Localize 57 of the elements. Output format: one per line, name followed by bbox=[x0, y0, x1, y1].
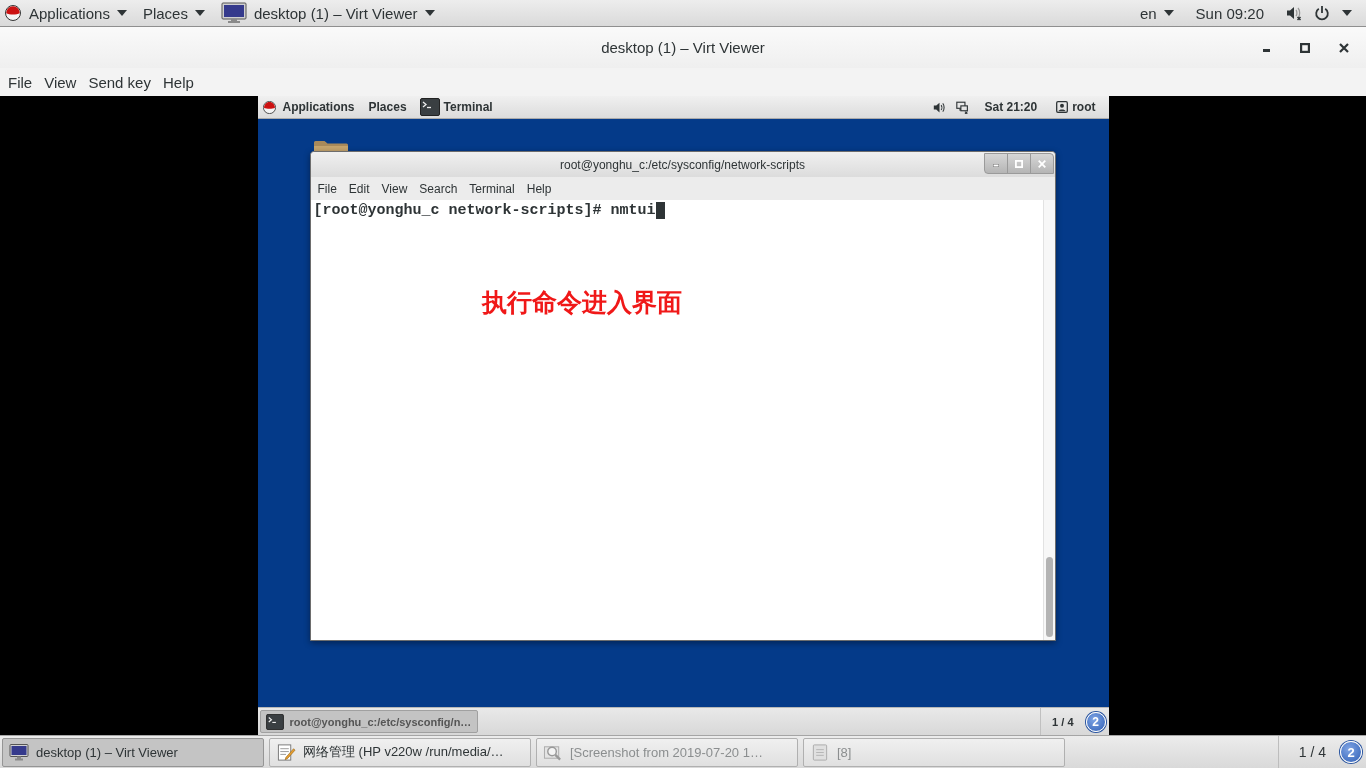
terminal-icon bbox=[419, 98, 440, 116]
menu-item[interactable]: Help bbox=[156, 70, 200, 94]
workspace-indicator[interactable]: 1 / 4 bbox=[1050, 715, 1076, 728]
annotation-text: 执行命令进入界面 bbox=[481, 287, 682, 319]
document-icon bbox=[810, 742, 830, 762]
hat-logo-icon[interactable] bbox=[5, 5, 21, 21]
maximize-icon bbox=[1014, 159, 1023, 168]
top-bar-menu[interactable]: Applications bbox=[21, 0, 135, 26]
close-icon[interactable] bbox=[1339, 42, 1349, 53]
menu-item[interactable]: Help bbox=[520, 178, 558, 199]
notepad-icon bbox=[276, 742, 296, 762]
keyboard-layout-menu[interactable]: en bbox=[1131, 0, 1182, 26]
network-icon[interactable] bbox=[956, 100, 970, 114]
top-bar-menu[interactable]: Places bbox=[134, 0, 213, 26]
clock[interactable]: Sun 09:20 bbox=[1181, 0, 1278, 26]
menu-item[interactable]: View bbox=[38, 70, 83, 94]
menu-item[interactable]: View bbox=[375, 178, 414, 199]
scrollbar[interactable] bbox=[1042, 200, 1055, 640]
caret-icon bbox=[194, 10, 205, 16]
close-icon bbox=[1037, 159, 1046, 168]
volume-icon[interactable] bbox=[933, 100, 947, 114]
hat-logo-icon[interactable] bbox=[262, 100, 276, 114]
taskbar-button[interactable]: desktop (1) – Virt Viewer bbox=[2, 737, 264, 767]
power-icon bbox=[1314, 5, 1330, 21]
user-icon bbox=[1056, 101, 1069, 113]
cursor-icon bbox=[655, 202, 665, 219]
scrollbar-thumb[interactable] bbox=[1045, 557, 1053, 637]
menu-item[interactable]: Search bbox=[413, 178, 464, 199]
maximize-icon[interactable] bbox=[1300, 42, 1310, 53]
menu-item[interactable]: Terminal bbox=[463, 178, 521, 199]
clock[interactable]: Sat 21:20 bbox=[972, 96, 1050, 118]
caret-icon bbox=[1163, 10, 1174, 16]
top-bar-menu[interactable]: Applications bbox=[275, 96, 362, 118]
close-button[interactable] bbox=[1029, 153, 1054, 174]
menu-item[interactable]: Edit bbox=[342, 178, 376, 199]
menu-item[interactable]: Send key bbox=[82, 70, 157, 94]
folder-icon[interactable] bbox=[312, 140, 349, 151]
volume-muted-icon bbox=[1286, 5, 1302, 21]
caret-icon bbox=[424, 10, 435, 16]
minimize-icon bbox=[992, 164, 999, 167]
monitor-icon bbox=[9, 742, 29, 762]
workspace-indicator[interactable]: 1 / 4 bbox=[1296, 744, 1328, 760]
menu-item[interactable]: File bbox=[2, 70, 39, 94]
command-line: [root@yonghu_c network-scripts]# nmtui bbox=[313, 202, 656, 219]
taskbar-button[interactable]: root@yonghu_c:/etc/sysconfig/n… bbox=[259, 710, 478, 733]
user-menu[interactable]: root bbox=[1049, 96, 1103, 118]
window-title: desktop (1) – Virt Viewer bbox=[601, 39, 765, 56]
maximize-button[interactable] bbox=[1006, 153, 1031, 174]
caret-icon bbox=[1342, 10, 1352, 16]
caret-icon bbox=[116, 10, 127, 16]
app-menu[interactable]: Terminal bbox=[417, 96, 500, 118]
terminal-icon bbox=[265, 713, 284, 730]
top-bar-menu[interactable]: Places bbox=[361, 96, 414, 118]
menu-item[interactable]: File bbox=[311, 178, 343, 199]
app-menu[interactable]: desktop (1) – Virt Viewer bbox=[212, 0, 443, 26]
window-title: root@yonghu_c:/etc/sysconfig/network-scripts bbox=[560, 157, 805, 172]
taskbar-button[interactable]: 网络管理 (HP v220w /run/media/… bbox=[269, 737, 531, 767]
